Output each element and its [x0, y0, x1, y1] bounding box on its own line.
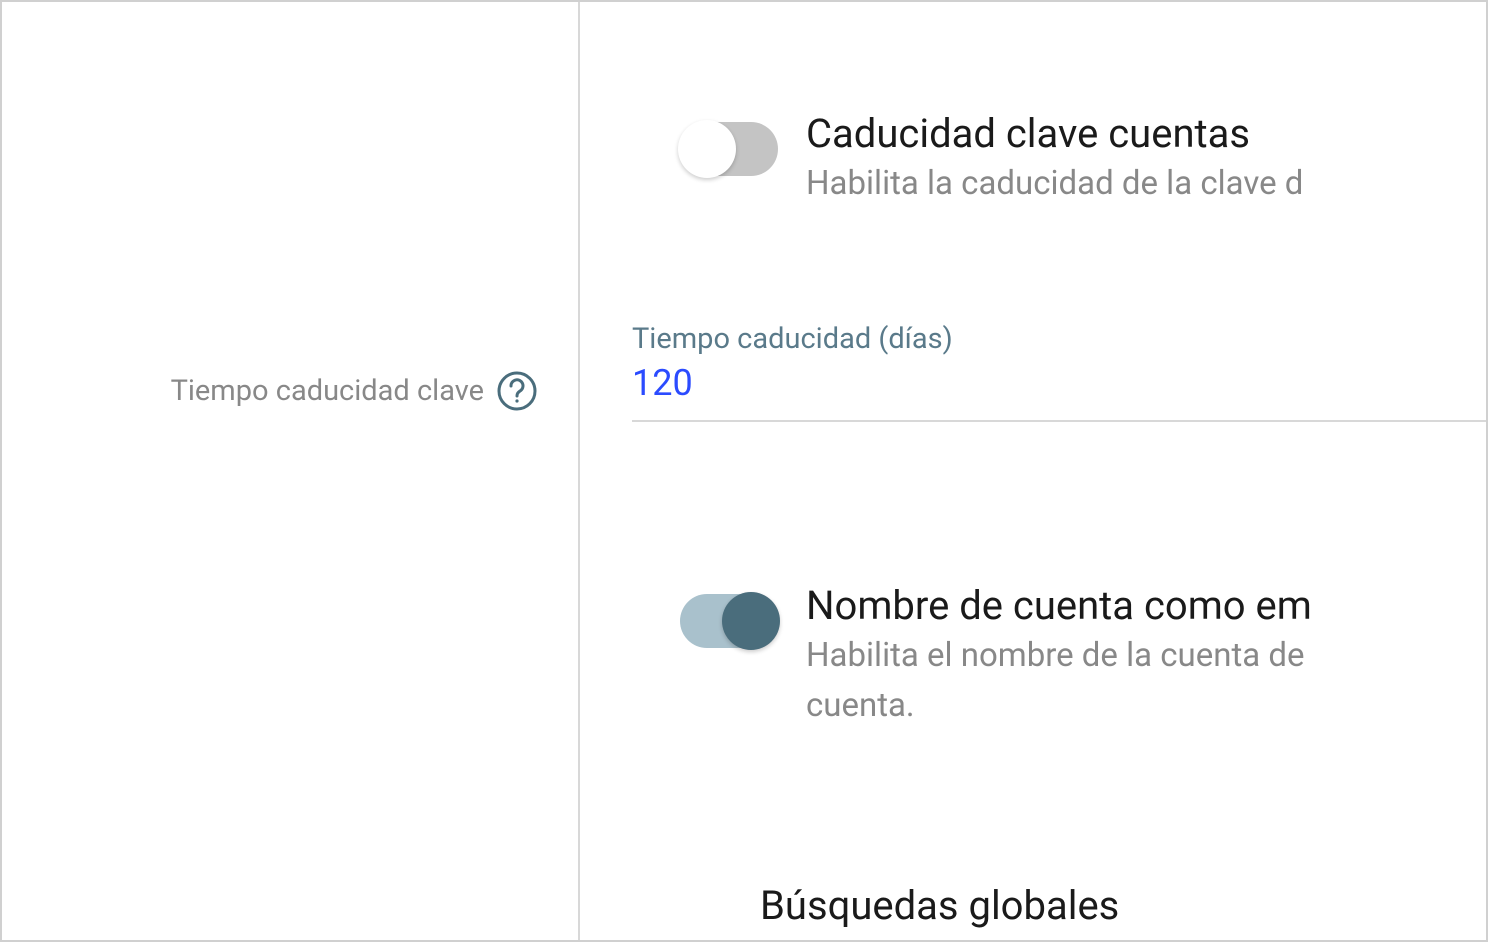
right-panel: Caducidad clave cuentas Habilita la cadu…: [580, 2, 1486, 940]
field-label-expiry-days: Tiempo caducidad (días): [632, 322, 1486, 356]
toggle-knob: [678, 120, 736, 178]
input-expiry-days[interactable]: [632, 362, 1486, 422]
setting-desc-account-name-email-line2: cuenta.: [806, 683, 1312, 729]
setting-account-name-email: Nombre de cuenta como em Habilita el nom…: [680, 582, 1312, 729]
setting-desc-account-name-email-line1: Habilita el nombre de la cuenta de: [806, 633, 1312, 679]
setting-password-expiry: Caducidad clave cuentas Habilita la cadu…: [680, 110, 1303, 207]
setting-global-search: Búsquedas globales: [760, 882, 1119, 929]
setting-title-password-expiry: Caducidad clave cuentas: [806, 110, 1303, 157]
setting-text-block: Caducidad clave cuentas Habilita la cadu…: [806, 110, 1303, 207]
toggle-account-name-email[interactable]: [680, 594, 778, 648]
setting-text-block: Nombre de cuenta como em Habilita el nom…: [806, 582, 1312, 729]
field-expiry-days: Tiempo caducidad (días): [632, 322, 1486, 422]
left-label-row: Tiempo caducidad clave: [171, 370, 538, 412]
left-panel: Tiempo caducidad clave: [2, 2, 580, 940]
setting-desc-password-expiry: Habilita la caducidad de la clave d: [806, 161, 1303, 207]
help-icon[interactable]: [496, 370, 538, 412]
left-label-text: Tiempo caducidad clave: [171, 374, 484, 408]
toggle-knob: [722, 592, 780, 650]
toggle-password-expiry[interactable]: [680, 122, 778, 176]
setting-title-account-name-email: Nombre de cuenta como em: [806, 582, 1312, 629]
settings-container: Tiempo caducidad clave Caducidad clave c…: [0, 0, 1488, 942]
setting-title-global-search: Búsquedas globales: [760, 882, 1119, 929]
